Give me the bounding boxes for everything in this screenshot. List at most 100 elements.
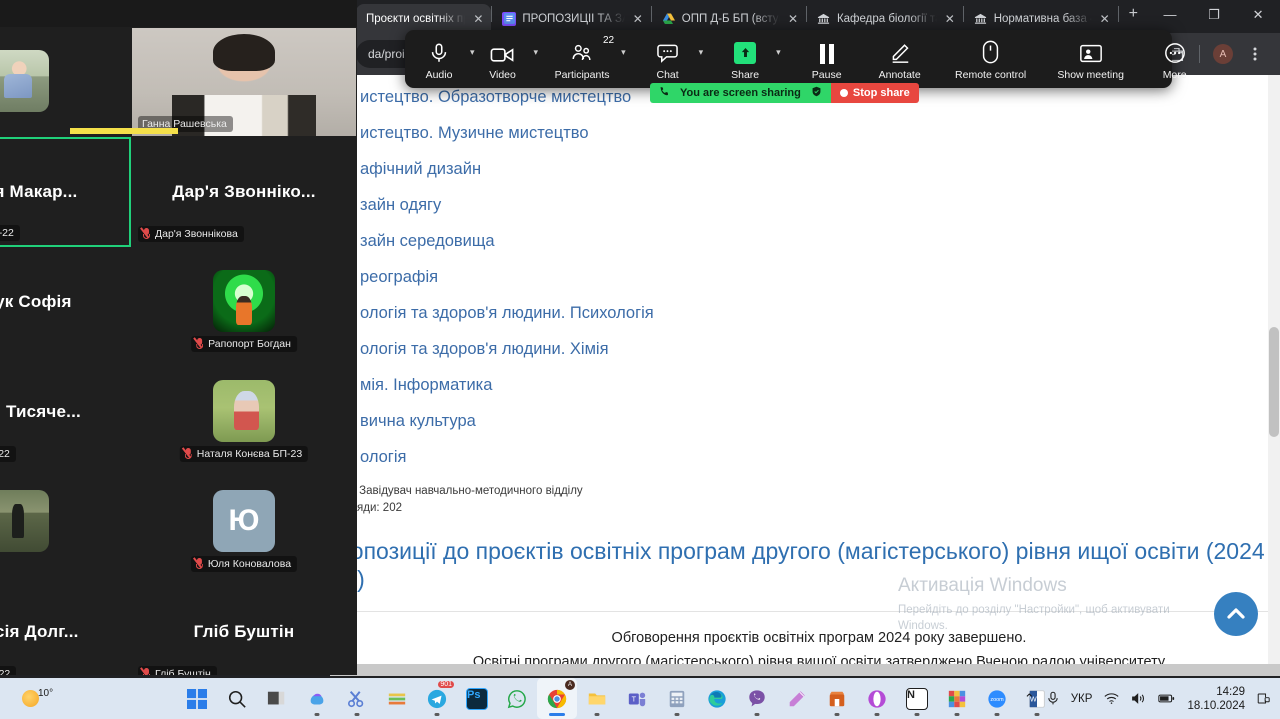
chevron-down-icon[interactable]: ▾ (534, 47, 539, 58)
chevron-down-icon[interactable]: ▾ (776, 47, 781, 58)
scroll-to-top-button[interactable] (1214, 592, 1258, 636)
participant-tile[interactable]: лерія Тисяче... ія Тисяченко БП-22 (0, 357, 131, 467)
calculator-icon[interactable] (657, 678, 697, 719)
program-link[interactable]: ологія та здоров'я людини. Хімія (338, 331, 1280, 367)
participant-tile[interactable]: Ю Юля Коновалова (131, 467, 357, 577)
browser-tab-3[interactable]: Кафедра біології та ✕ (807, 4, 963, 33)
battery-icon[interactable] (1158, 693, 1175, 704)
program-link[interactable]: зайн одягу (338, 187, 1280, 223)
profile-avatar-icon[interactable]: A (1208, 39, 1238, 69)
participant-name: ія Тисяченко БП-22 (0, 448, 10, 460)
snipping-tool-icon[interactable] (337, 678, 377, 719)
tray-overflow-chevron-icon[interactable]: ⌃ (1024, 691, 1035, 707)
zoom-remote-control-button[interactable]: Remote control (947, 31, 1035, 87)
program-link[interactable]: зайн середовища (338, 223, 1280, 259)
weather-widget[interactable]: 10° (22, 688, 60, 707)
horizontal-scrollbar[interactable] (330, 664, 1280, 676)
close-tab-icon[interactable]: ✕ (943, 12, 957, 26)
participant-tile[interactable]: Дар'я Звонніко... Дар'я Звоннікова (131, 137, 357, 247)
minimize-window-button[interactable]: — (1148, 0, 1192, 29)
participant-tile[interactable] (0, 27, 131, 137)
notes-app-icon[interactable] (377, 678, 417, 719)
task-view-icon[interactable] (257, 678, 297, 719)
chrome-menu-icon[interactable] (1240, 39, 1270, 69)
file-explorer-icon[interactable] (577, 678, 617, 719)
running-indicator (754, 713, 760, 716)
participant-tile[interactable]: Наталя Конєва БП-23 (131, 357, 357, 467)
viber-icon[interactable] (737, 678, 777, 719)
zoom-video-button[interactable]: Video (475, 31, 531, 87)
close-tab-icon[interactable]: ✕ (786, 12, 800, 26)
stop-share-button[interactable]: Stop share (830, 83, 919, 103)
participant-tile[interactable]: Ганна Рашевська (131, 27, 357, 137)
program-link[interactable]: ологія та здоров'я людини. Психологія (338, 295, 1280, 331)
telegram-icon[interactable]: 901 (417, 678, 457, 719)
close-tab-icon[interactable]: ✕ (1098, 12, 1112, 26)
volume-icon[interactable] (1131, 692, 1146, 705)
chrome-icon[interactable]: A (537, 678, 577, 719)
zoom-show-meeting-label: Show meeting (1057, 68, 1124, 81)
program-link[interactable]: ологія (338, 439, 1280, 475)
microphone-icon[interactable] (1047, 691, 1059, 706)
copilot-icon[interactable] (297, 678, 337, 719)
program-link[interactable]: вична культура (338, 403, 1280, 439)
program-link[interactable]: реографія (338, 259, 1280, 295)
paragraph-line: Обговорення проєктів освітніх програм 20… (611, 630, 1027, 646)
close-tab-icon[interactable]: ✕ (631, 12, 645, 26)
edge-icon[interactable] (697, 678, 737, 719)
browser-tab-1[interactable]: ПРОПОЗИЦІЇ ТА ЗА ✕ (492, 4, 650, 33)
zoom-participants-button[interactable]: 22 Participants (546, 31, 618, 87)
zoom-share-label: Share (731, 68, 760, 81)
ms-teams-icon[interactable]: T (617, 678, 657, 719)
browser-tab-2[interactable]: ОПП Д-Б БП (вступ ✕ (652, 4, 806, 33)
zoom-annotate-button[interactable]: Annotate (867, 31, 933, 87)
input-language-indicator[interactable]: УКР (1071, 693, 1093, 705)
colors-app-icon[interactable] (937, 678, 977, 719)
zoom-chat-button[interactable]: Chat (640, 31, 696, 87)
wifi-icon[interactable] (1104, 692, 1119, 705)
zoom-participants-group: 22 Participants ▾ (546, 31, 626, 87)
running-indicator (594, 713, 600, 716)
search-icon[interactable] (217, 678, 257, 719)
new-tab-button[interactable]: + (1119, 5, 1148, 29)
opera-icon[interactable] (857, 678, 897, 719)
photoshop-icon[interactable]: Ps (457, 678, 497, 719)
sticky-note-icon[interactable] (777, 678, 817, 719)
participant-tile[interactable]: астасія Долг... асія Долгова БП-22 (0, 577, 131, 675)
program-link[interactable]: мія. Інформатика (338, 367, 1280, 403)
notification-icon[interactable] (1257, 692, 1270, 705)
zoom-pause-button[interactable]: Pause (799, 31, 855, 87)
start-windows-icon[interactable] (177, 678, 217, 719)
participant-tile-active-speaker[interactable]: лерія Макар... ія Макаренко БП-22 (0, 137, 131, 247)
zoom-more-button[interactable]: More (1147, 31, 1203, 87)
browser-tab-0[interactable]: Проєкти освітніх пр ✕ (356, 4, 492, 33)
zoom-show-meeting-button[interactable]: Show meeting (1045, 31, 1137, 87)
zoom-audio-button[interactable]: Audio (411, 31, 467, 87)
program-link[interactable]: афічний дизайн (338, 151, 1280, 187)
mic-muted-icon (142, 668, 151, 675)
browser-tab-4[interactable]: Нормативна база – ✕ (964, 4, 1118, 33)
sun-icon (22, 690, 39, 707)
maximize-window-button[interactable]: ❐ (1192, 0, 1236, 29)
participant-display-name: Дар'я Звонніко... (172, 182, 316, 201)
participant-tile[interactable]: едчук Софія ук Софія (0, 247, 131, 357)
page-scrollbar[interactable]: ▼ (1268, 75, 1280, 676)
participant-tile[interactable]: ав Омельченко (0, 467, 131, 577)
chevron-down-icon[interactable]: ▾ (621, 47, 626, 58)
program-link[interactable]: истецтво. Музичне мистецтво (338, 115, 1280, 151)
close-tab-icon[interactable]: ✕ (471, 12, 485, 26)
zoom-chat-label: Chat (656, 68, 679, 81)
close-window-button[interactable]: ✕ (1236, 0, 1280, 29)
microsoft-store-icon[interactable] (817, 678, 857, 719)
taskbar-clock[interactable]: 14:29 18.10.2024 (1187, 685, 1245, 713)
zoom-share-button[interactable]: Share (717, 31, 773, 87)
zoom-icon[interactable]: zoom (977, 678, 1017, 719)
page-scrollbar-thumb[interactable] (1269, 327, 1279, 438)
participant-tile[interactable]: Рапопорт Богдан (131, 247, 357, 357)
whatsapp-icon[interactable] (497, 678, 537, 719)
participant-name: Наталя Конєва БП-23 (196, 448, 303, 460)
participant-display-name: астасія Долг... (0, 622, 79, 641)
chevron-down-icon[interactable]: ▾ (699, 47, 704, 58)
notion-icon[interactable]: N (897, 678, 937, 719)
participant-tile[interactable]: Гліб Буштін Гліб Буштін (131, 577, 357, 675)
